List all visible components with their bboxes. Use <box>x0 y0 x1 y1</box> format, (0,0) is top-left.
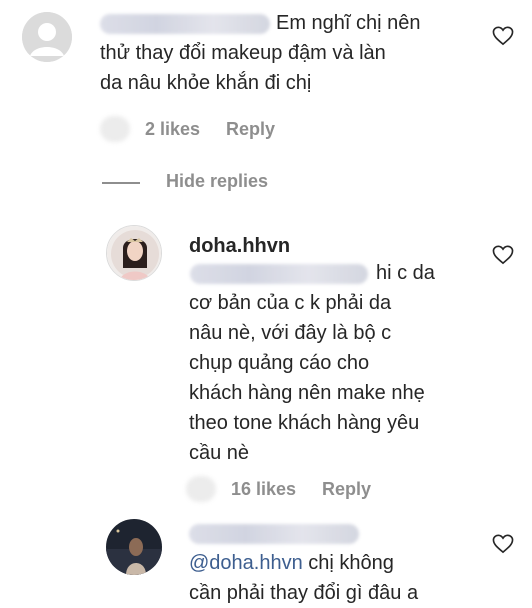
reply-text-line: khách hàng nên make nhẹ <box>189 382 425 404</box>
reply-button[interactable]: Reply <box>226 119 275 140</box>
profile-photo <box>107 226 161 280</box>
blurred-mention[interactable] <box>190 264 368 284</box>
reply-avatar[interactable] <box>106 225 162 281</box>
replies-divider <box>102 182 140 184</box>
reply-text-line: theo tone khách hàng yêu <box>189 412 420 434</box>
comment-text-line: da nâu khỏe khắn đi chị <box>100 72 312 94</box>
default-user-avatar-icon <box>22 12 72 62</box>
likes-count[interactable]: 2 likes <box>145 119 200 140</box>
reply-button[interactable]: Reply <box>322 479 371 500</box>
blurred-username[interactable] <box>189 524 359 544</box>
reply-text: chị không <box>308 552 394 574</box>
comment-text-line: thử thay đổi makeup đậm và làn <box>100 42 386 64</box>
reply-text-line: cơ bản của c k phải da <box>189 292 392 314</box>
reply-username[interactable]: doha.hhvn <box>189 235 290 258</box>
profile-photo <box>106 519 162 575</box>
heart-outline-icon[interactable] <box>492 26 514 46</box>
reply-text-line: cần phải thay đổi gì đâu a <box>189 582 419 604</box>
reply-text-line: chụp quảng cáo cho <box>189 352 370 374</box>
reply-text-line: nâu nè, với đây là bộ c <box>189 322 392 344</box>
likes-count[interactable]: 16 likes <box>231 479 296 500</box>
comment-text-line: Em nghĩ chị nên <box>276 12 421 34</box>
commenter-avatar[interactable] <box>22 12 72 62</box>
reply-text-line: cầu nè <box>189 442 250 464</box>
heart-outline-icon[interactable] <box>492 245 514 265</box>
reply-text-line: hi c da <box>376 262 435 284</box>
reply-avatar[interactable] <box>106 519 162 575</box>
heart-outline-icon[interactable] <box>492 534 514 554</box>
reply-text-line: @doha.hhvn chị không <box>189 548 394 578</box>
liker-avatars <box>186 476 216 502</box>
mention-link[interactable]: @doha.hhvn <box>189 552 303 574</box>
liker-avatars <box>100 116 130 142</box>
blurred-username[interactable] <box>100 14 270 34</box>
hide-replies-button[interactable]: Hide replies <box>166 171 268 192</box>
